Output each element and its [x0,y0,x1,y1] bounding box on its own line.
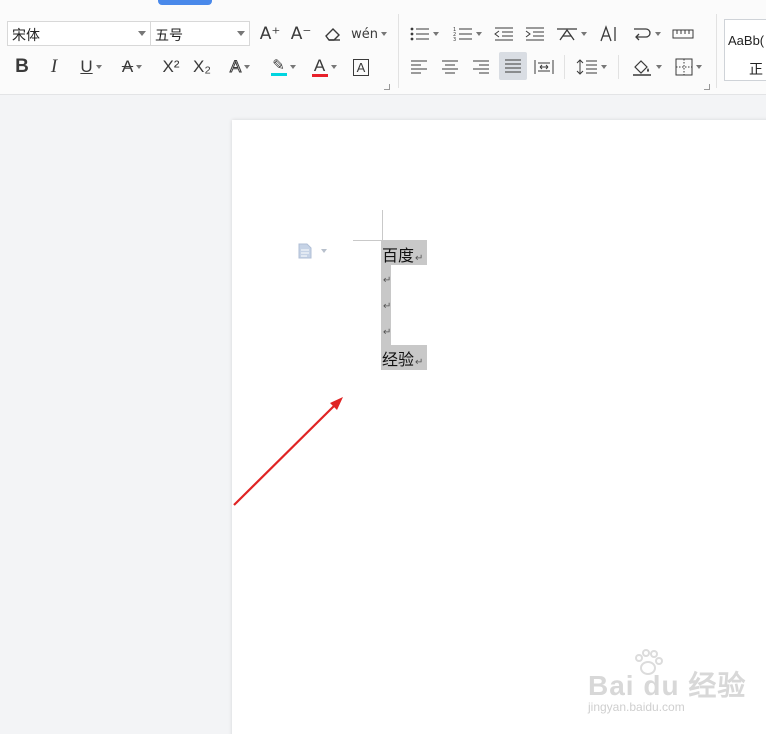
watermark-url: jingyan.baidu.com [588,700,685,714]
baidu-jingyan-watermark: Bai du 经验 jingyan.baidu.com [588,648,766,718]
watermark-brand: Bai du 经验 [588,670,747,701]
annotation-arrow-icon [233,397,343,506]
